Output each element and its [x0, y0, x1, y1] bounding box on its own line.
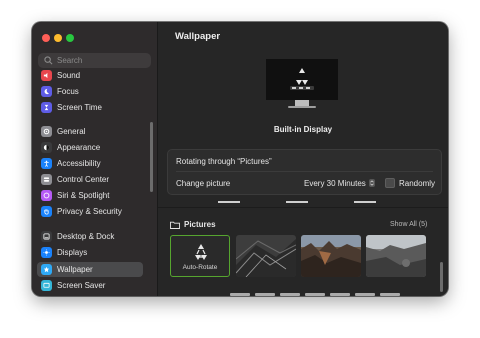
zoom-button[interactable] — [66, 34, 74, 42]
sidebar-item-general[interactable]: General — [37, 124, 143, 139]
display-icon — [41, 247, 52, 258]
show-all-button[interactable]: Show All (5) — [390, 221, 427, 228]
settings-window: Sound Focus Screen Time General Appearan… — [32, 22, 448, 296]
thumbnail-auto-rotate[interactable]: Auto-Rotate — [170, 235, 230, 277]
section-divider — [158, 207, 448, 208]
randomly-checkbox[interactable] — [385, 178, 395, 188]
sidebar-item-label: Siri & Spotlight — [57, 191, 110, 200]
thumbnail-picture-1[interactable] — [236, 235, 296, 277]
more-thumbnails-strip — [230, 293, 440, 296]
sidebar-item-label: Sound — [57, 71, 81, 80]
minimize-button[interactable] — [54, 34, 62, 42]
thumbnail-picture-3[interactable] — [366, 235, 426, 277]
sidebar-item-label: Accessibility — [57, 159, 101, 168]
folder-icon — [170, 221, 180, 229]
sidebar-item-label: Control Center — [57, 175, 110, 184]
gear-icon — [41, 126, 52, 137]
sidebar-item-wallpaper[interactable]: Wallpaper — [37, 262, 143, 277]
sidebar: Sound Focus Screen Time General Appearan… — [32, 22, 158, 296]
rotation-settings-card: Rotating through “Pictures” Change pictu… — [167, 149, 442, 195]
display-preview — [266, 59, 338, 109]
canyon-photo — [301, 235, 361, 277]
sidebar-item-label: Screen Time — [57, 103, 102, 112]
search-input[interactable] — [57, 53, 147, 68]
speaker-icon — [41, 70, 52, 81]
sidebar-item-accessibility[interactable]: Accessibility — [37, 156, 143, 171]
sidebar-scrollbar[interactable] — [150, 122, 153, 192]
dynamic-wallpaper-strip — [218, 201, 418, 204]
sidebar-item-label: Focus — [57, 87, 79, 96]
search-field[interactable] — [38, 53, 151, 68]
sidebar-item-appearance[interactable]: Appearance — [37, 140, 143, 155]
sidebar-item-focus[interactable]: Focus — [37, 84, 143, 99]
hourglass-icon — [41, 102, 52, 113]
display-screen — [266, 59, 338, 100]
display-base — [288, 106, 316, 108]
close-button[interactable] — [42, 34, 50, 42]
hand-icon — [41, 206, 52, 217]
change-picture-label: Change picture — [176, 179, 231, 188]
sidebar-item-label: Displays — [57, 248, 88, 257]
sidebar-item-displays[interactable]: Displays — [37, 245, 143, 260]
sidebar-item-screen-saver[interactable]: Screen Saver — [37, 278, 143, 293]
change-interval-popup[interactable]: Every 30 Minutes — [304, 177, 375, 189]
moon-icon — [41, 86, 52, 97]
randomly-toggle[interactable]: Randomly — [385, 178, 435, 188]
sidebar-item-siri-spotlight[interactable]: Siri & Spotlight — [37, 188, 143, 203]
pictures-header: Pictures — [170, 220, 216, 229]
sidebar-item-label: Desktop & Dock — [57, 232, 115, 241]
page-title: Wallpaper — [175, 31, 221, 42]
display-name-label: Built-in Display — [273, 125, 333, 134]
sidebar-item-privacy-security[interactable]: Privacy & Security — [37, 204, 143, 219]
thumbnail-picture-2[interactable] — [301, 235, 361, 277]
sidebar-item-label: Privacy & Security — [57, 207, 122, 216]
sidebar-item-desktop-dock[interactable]: Desktop & Dock — [37, 229, 143, 244]
valley-photo — [366, 235, 426, 277]
sidebar-item-label: Wallpaper — [57, 265, 93, 274]
randomly-label: Randomly — [399, 178, 436, 188]
siri-icon — [41, 190, 52, 201]
display-preview-art — [266, 59, 338, 100]
main-scrollbar[interactable] — [440, 262, 443, 292]
card-divider — [176, 171, 433, 172]
sidebar-item-screen-time[interactable]: Screen Time — [37, 100, 143, 115]
sidebar-item-label: Screen Saver — [57, 281, 106, 290]
search-icon — [44, 56, 53, 65]
interval-value: Every 30 Minutes — [304, 178, 366, 188]
thumbnail-label: Auto-Rotate — [182, 264, 218, 271]
screen-saver-icon — [41, 280, 52, 291]
rotating-through-label: Rotating through “Pictures” — [176, 157, 272, 166]
sidebar-item-label: Appearance — [57, 143, 101, 152]
accessibility-icon — [41, 158, 52, 169]
auto-rotate-icon — [195, 244, 207, 260]
pictures-header-label: Pictures — [184, 220, 216, 229]
main-pane: Wallpaper Built-in Display Rotating thro… — [158, 22, 448, 296]
appearance-icon — [41, 142, 52, 153]
sidebar-item-label: General — [57, 127, 86, 136]
sidebar-item-control-center[interactable]: Control Center — [37, 172, 143, 187]
sidebar-item-sound[interactable]: Sound — [37, 68, 143, 83]
control-center-icon — [41, 174, 52, 185]
wallpaper-icon — [41, 264, 52, 275]
abstract-lines-image — [236, 235, 296, 277]
chevron-updown-icon — [368, 179, 375, 187]
dock-icon — [41, 231, 52, 242]
